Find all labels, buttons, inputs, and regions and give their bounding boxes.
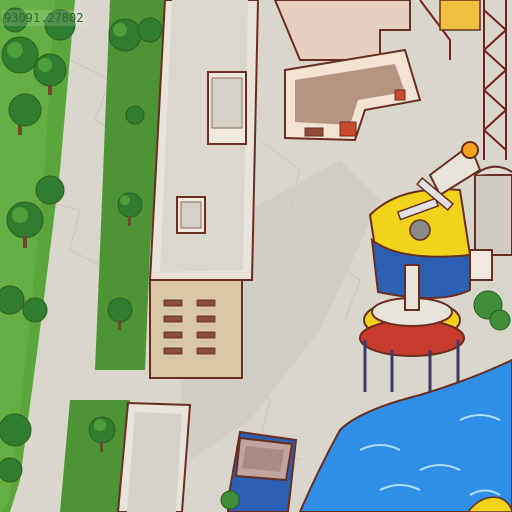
map-scene — [0, 0, 512, 512]
coordinate-readout: 93091.27802 — [2, 10, 86, 26]
game-map-viewport[interactable]: 93091.27802 — [0, 0, 512, 512]
bottom-left-building — [116, 401, 192, 512]
kiosk-bush — [220, 490, 240, 510]
tower-yellow-cabin — [439, 0, 481, 31]
